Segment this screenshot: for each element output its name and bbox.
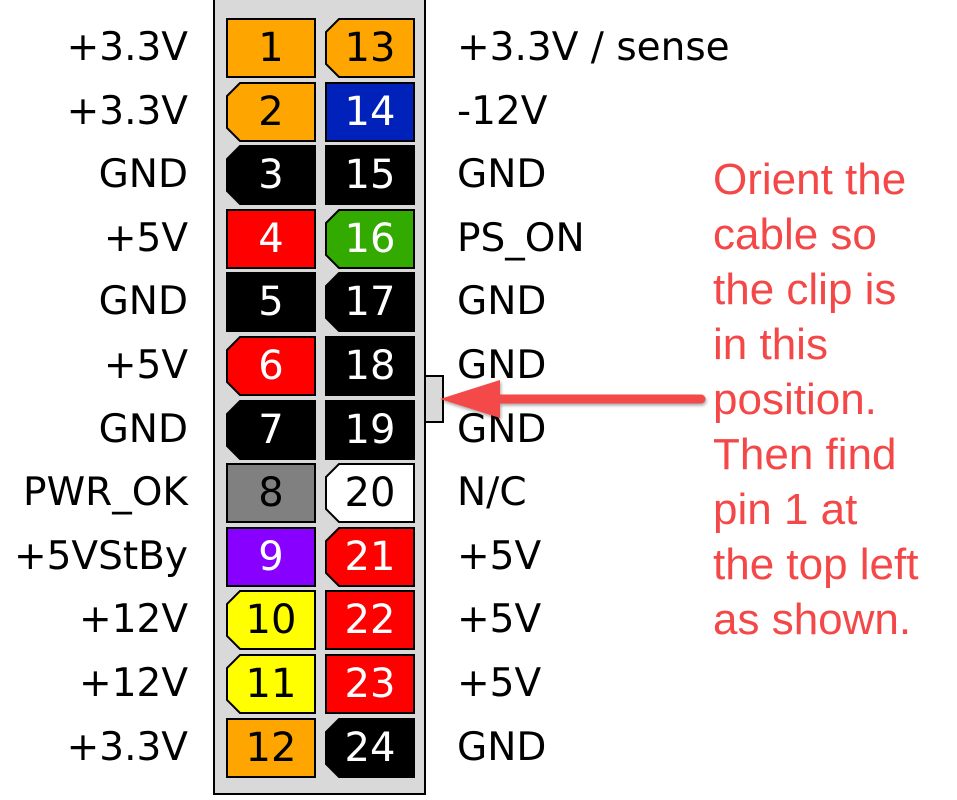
pin-number: 4 bbox=[258, 215, 284, 262]
pin-number: 19 bbox=[344, 406, 396, 453]
pin-number: 12 bbox=[245, 724, 297, 771]
pin-number: 9 bbox=[258, 533, 284, 580]
pin-12: 12 bbox=[226, 717, 316, 778]
pin-23-label: +5V bbox=[457, 661, 542, 706]
pin-13: 13 bbox=[325, 18, 415, 78]
pin-number: 23 bbox=[344, 661, 396, 707]
pin-number: 5 bbox=[258, 279, 284, 326]
pin-number: 10 bbox=[245, 597, 297, 644]
pin-14-label: -12V bbox=[457, 88, 548, 134]
pin-13-label: +3.3V / sense bbox=[457, 25, 730, 70]
note-line: Orient the bbox=[713, 155, 907, 204]
pin-7: 7 bbox=[226, 399, 316, 460]
orientation-note: Orient the cable so the clip is in this posi… bbox=[713, 152, 918, 647]
pin-number: 2 bbox=[258, 88, 284, 135]
pin-number: 22 bbox=[344, 597, 396, 644]
pin-24-label: GND bbox=[457, 724, 547, 770]
pin-6-label: +5V bbox=[103, 343, 188, 388]
pin-number: 24 bbox=[344, 724, 396, 771]
pin-20-label: N/C bbox=[457, 470, 527, 516]
pin-9: 9 bbox=[226, 526, 316, 587]
pin-15: 15 bbox=[325, 145, 415, 206]
pin-24: 24 bbox=[325, 717, 415, 778]
pin-number: 21 bbox=[344, 533, 396, 580]
arrow-left-icon bbox=[440, 380, 706, 418]
note-line: Then find bbox=[713, 430, 897, 479]
pin-number: 14 bbox=[344, 88, 396, 135]
pin-17: 17 bbox=[325, 272, 415, 333]
pin-22-label: +5V bbox=[457, 597, 542, 643]
note-line: pin 1 at bbox=[713, 485, 858, 534]
pin-number: 6 bbox=[258, 343, 284, 389]
pin-10-label: +12V bbox=[79, 597, 188, 643]
note-line: position. bbox=[713, 375, 877, 424]
pin-number: 11 bbox=[245, 661, 297, 707]
pin-10: 10 bbox=[226, 590, 316, 651]
note-line: cable so bbox=[713, 210, 877, 259]
pin-18: 18 bbox=[325, 336, 415, 396]
pin-23: 23 bbox=[325, 654, 415, 714]
pin-11: 11 bbox=[226, 654, 316, 714]
pin-19: 19 bbox=[325, 399, 415, 460]
note-line: the top left bbox=[713, 540, 919, 589]
pin-number: 17 bbox=[344, 279, 396, 326]
pin-number: 8 bbox=[258, 470, 284, 517]
pin-5-label: GND bbox=[98, 279, 188, 325]
note-line: the clip is bbox=[713, 265, 897, 314]
pin-4: 4 bbox=[226, 208, 316, 269]
pin-7-label: GND bbox=[98, 406, 188, 452]
pin-12-label: +3.3V bbox=[66, 724, 188, 770]
pin-16: 16 bbox=[325, 208, 415, 269]
pin-21: 21 bbox=[325, 526, 415, 587]
pin-8: 8 bbox=[226, 463, 316, 524]
pin-16-label: PS_ON bbox=[457, 215, 585, 261]
pin-4-label: +5V bbox=[103, 215, 188, 261]
pin-11-label: +12V bbox=[79, 661, 188, 706]
pin-6: 6 bbox=[226, 336, 316, 396]
pin-17-label: GND bbox=[457, 279, 547, 325]
pin-22: 22 bbox=[325, 590, 415, 651]
pin-2: 2 bbox=[226, 81, 316, 142]
pin-8-label: PWR_OK bbox=[23, 470, 188, 516]
pin-number: 15 bbox=[344, 152, 396, 199]
pin-number: 20 bbox=[344, 470, 396, 517]
note-line: in this bbox=[713, 320, 828, 369]
pin-15-label: GND bbox=[457, 152, 547, 198]
pin-3-label: GND bbox=[98, 152, 188, 198]
pin-14: 14 bbox=[325, 81, 415, 142]
note-line: as shown. bbox=[713, 595, 912, 644]
pin-5: 5 bbox=[226, 272, 316, 333]
pin-number: 13 bbox=[344, 25, 396, 71]
pin-21-label: +5V bbox=[457, 533, 542, 579]
pin-1-label: +3.3V bbox=[66, 25, 188, 70]
pin-number: 16 bbox=[344, 215, 396, 262]
pin-number: 7 bbox=[258, 406, 284, 453]
pin-3: 3 bbox=[226, 145, 316, 206]
pin-20: 20 bbox=[325, 463, 415, 524]
pin-1: 1 bbox=[226, 18, 316, 78]
pin-number: 18 bbox=[344, 343, 396, 389]
pin-number: 3 bbox=[258, 152, 284, 199]
pin-9-label: +5VStBy bbox=[13, 533, 188, 579]
pin-2-label: +3.3V bbox=[66, 88, 188, 134]
pin-number: 1 bbox=[258, 25, 284, 71]
